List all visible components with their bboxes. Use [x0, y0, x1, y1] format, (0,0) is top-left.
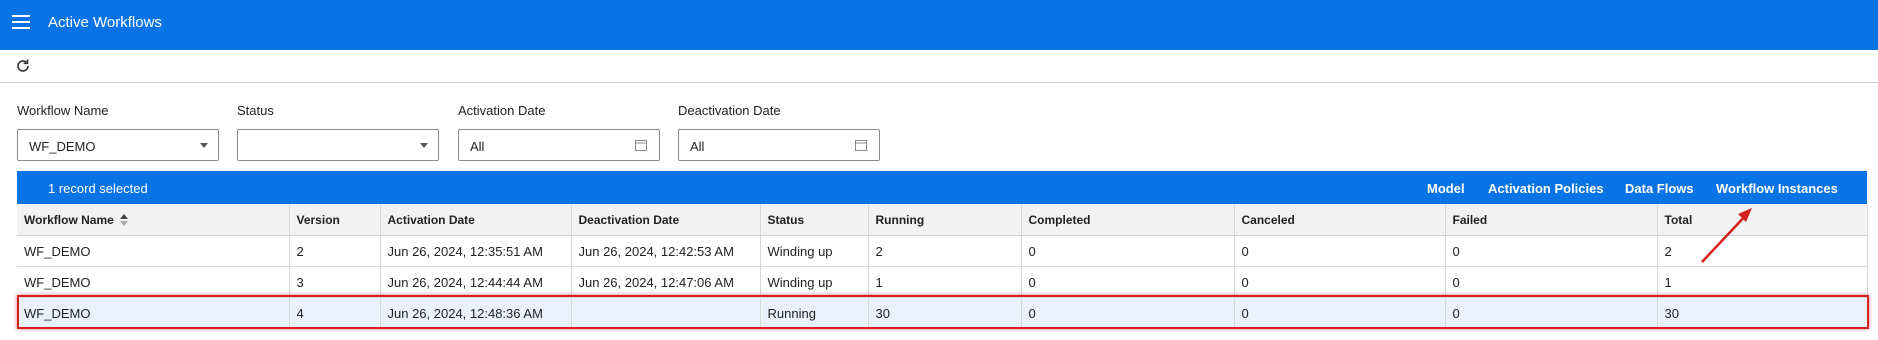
table-cell: 2 — [1657, 235, 1868, 267]
table-cell: 0 — [1021, 235, 1235, 267]
column-header[interactable]: Workflow Name — [17, 204, 290, 236]
data-flows-link[interactable]: Data Flows — [1625, 181, 1694, 196]
table-cell: WF_DEMO — [17, 235, 290, 267]
table-cell: 0 — [1234, 297, 1446, 329]
column-header[interactable]: Total — [1657, 204, 1868, 236]
column-header[interactable]: Canceled — [1234, 204, 1446, 236]
column-header[interactable]: Completed — [1021, 204, 1235, 236]
activation-date-value: All — [470, 139, 485, 154]
column-header[interactable]: Running — [868, 204, 1022, 236]
status-label: Status — [237, 103, 274, 118]
deactivation-date-label: Deactivation Date — [678, 103, 781, 118]
calendar-icon — [635, 140, 647, 151]
workflow-name-filter: Workflow Name WF_DEMO — [17, 103, 219, 161]
page-title: Active Workflows — [48, 14, 162, 31]
table-cell: Jun 26, 2024, 12:42:53 AM — [571, 235, 761, 267]
table-cell: 0 — [1234, 235, 1446, 267]
deactivation-date-value: All — [690, 139, 705, 154]
table-cell: Jun 26, 2024, 12:47:06 AM — [571, 266, 761, 298]
table-cell: 1 — [1657, 266, 1868, 298]
table-cell: Jun 26, 2024, 12:44:44 AM — [380, 266, 572, 298]
table-cell: 0 — [1021, 297, 1235, 329]
toolbar — [0, 50, 1878, 83]
chevron-down-icon — [420, 143, 428, 148]
activation-date-picker[interactable]: All — [458, 129, 660, 161]
table-cell: 0 — [1234, 266, 1446, 298]
workflow-instances-link[interactable]: Workflow Instances — [1716, 181, 1838, 196]
table-cell: Winding up — [760, 235, 869, 267]
table-cell: Winding up — [760, 266, 869, 298]
table-cell: WF_DEMO — [17, 266, 290, 298]
deactivation-date-picker[interactable]: All — [678, 129, 880, 161]
workflows-table: Workflow Name Version Activation Date De… — [17, 204, 1868, 329]
annotation-arrow-icon — [1701, 208, 1752, 263]
table-header-row: Workflow Name Version Activation Date De… — [17, 204, 1868, 236]
table-cell: Jun 26, 2024, 12:48:36 AM — [380, 297, 572, 329]
column-header[interactable]: Version — [289, 204, 381, 236]
calendar-icon — [855, 140, 867, 151]
refresh-icon[interactable] — [14, 57, 32, 75]
workflow-name-label: Workflow Name — [17, 103, 109, 118]
table-cell: 30 — [868, 297, 1022, 329]
selection-count: 1 record selected — [48, 181, 148, 196]
table-cell: Running — [760, 297, 869, 329]
column-header[interactable]: Status — [760, 204, 869, 236]
table-cell: 0 — [1021, 266, 1235, 298]
column-header[interactable]: Deactivation Date — [571, 204, 761, 236]
grid-action-bar: 1 record selected Model Activation Polic… — [17, 171, 1867, 204]
chevron-down-icon — [200, 143, 208, 148]
table-cell: 3 — [289, 266, 381, 298]
sort-icon[interactable] — [119, 213, 128, 226]
table-cell: 0 — [1445, 266, 1658, 298]
table-cell: 2 — [868, 235, 1022, 267]
table-cell: 2 — [289, 235, 381, 267]
table-cell: WF_DEMO — [17, 297, 290, 329]
table-cell: 30 — [1657, 297, 1868, 329]
status-filter: Status — [237, 103, 439, 161]
workflow-name-select[interactable]: WF_DEMO — [17, 129, 219, 161]
deactivation-date-filter: Deactivation Date All — [678, 103, 880, 161]
table-cell: 0 — [1445, 235, 1658, 267]
table-row[interactable]: WF_DEMO 3 Jun 26, 2024, 12:44:44 AM Jun … — [17, 266, 1868, 298]
table-cell: 4 — [289, 297, 381, 329]
activation-policies-link[interactable]: Activation Policies — [1488, 181, 1604, 196]
status-select[interactable] — [237, 129, 439, 161]
table-cell: Jun 26, 2024, 12:35:51 AM — [380, 235, 572, 267]
hamburger-menu-icon[interactable] — [12, 15, 30, 31]
table-cell: 0 — [1445, 297, 1658, 329]
activation-date-filter: Activation Date All — [458, 103, 660, 161]
column-header[interactable]: Activation Date — [380, 204, 572, 236]
table-row-selected[interactable]: WF_DEMO 4 Jun 26, 2024, 12:48:36 AM Runn… — [17, 297, 1868, 329]
workflow-name-value: WF_DEMO — [29, 139, 96, 154]
table-cell: 1 — [868, 266, 1022, 298]
activation-date-label: Activation Date — [458, 103, 546, 118]
table-row[interactable]: WF_DEMO 2 Jun 26, 2024, 12:35:51 AM Jun … — [17, 235, 1868, 267]
model-link[interactable]: Model — [1427, 181, 1465, 196]
table-cell — [571, 297, 761, 329]
app-header: Active Workflows — [0, 0, 1878, 50]
filter-bar: Workflow Name WF_DEMO Status Activation … — [0, 83, 1878, 175]
column-header[interactable]: Failed — [1445, 204, 1658, 236]
